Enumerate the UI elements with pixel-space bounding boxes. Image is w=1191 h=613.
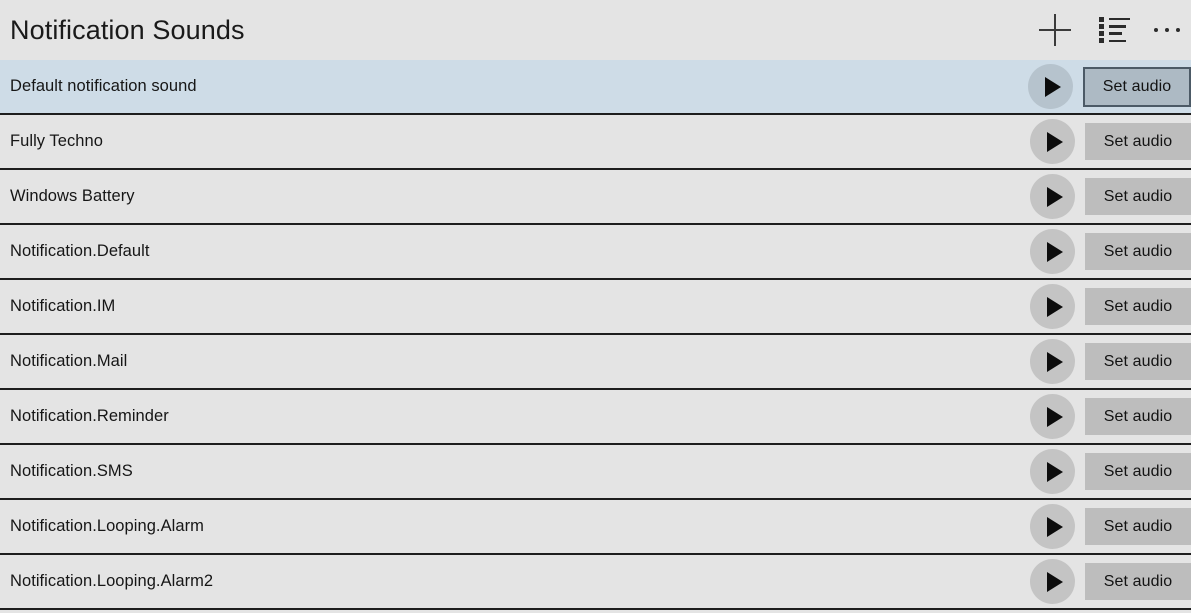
play-button[interactable]: [1028, 64, 1073, 109]
list-select-icon: [1099, 16, 1131, 44]
sound-name-label: Default notification sound: [10, 77, 197, 95]
sound-list-item[interactable]: Notification.Looping.Alarm Set audio: [0, 500, 1191, 555]
play-icon: [1046, 131, 1063, 152]
app-header: Notification Sounds: [0, 0, 1191, 60]
add-button[interactable]: [1025, 0, 1085, 60]
set-audio-button[interactable]: Set audio: [1085, 398, 1191, 435]
play-icon: [1046, 351, 1063, 372]
sound-name-label: Fully Techno: [10, 132, 103, 150]
play-button[interactable]: [1030, 394, 1075, 439]
sound-list-item[interactable]: Notification.Looping.Alarm2 Set audio: [0, 555, 1191, 610]
set-audio-button[interactable]: Set audio: [1085, 508, 1191, 545]
sound-list-item[interactable]: Default notification sound Set audio: [0, 60, 1191, 115]
sound-name-label: Notification.IM: [10, 297, 116, 315]
header-actions: [1025, 0, 1191, 60]
play-icon: [1046, 516, 1063, 537]
row-controls: Set audio: [1030, 225, 1191, 278]
set-audio-button[interactable]: Set audio: [1085, 453, 1191, 490]
play-button[interactable]: [1030, 229, 1075, 274]
sound-list-item[interactable]: Notification.Mail Set audio: [0, 335, 1191, 390]
set-audio-button[interactable]: Set audio: [1085, 123, 1191, 160]
row-controls: Set audio: [1030, 280, 1191, 333]
sound-name-label: Notification.Looping.Alarm: [10, 517, 204, 535]
row-controls: Set audio: [1030, 170, 1191, 223]
sound-list-item[interactable]: Fully Techno Set audio: [0, 115, 1191, 170]
set-audio-button[interactable]: Set audio: [1085, 288, 1191, 325]
row-controls: Set audio: [1030, 390, 1191, 443]
play-icon: [1044, 76, 1061, 97]
sound-list[interactable]: Default notification sound Set audio Fully…: [0, 60, 1191, 613]
sound-list-item[interactable]: Notification.SMS Set audio: [0, 445, 1191, 500]
set-audio-button[interactable]: Set audio: [1085, 563, 1191, 600]
sound-name-label: Notification.Default: [10, 242, 150, 260]
sound-name-label: Notification.SMS: [10, 462, 133, 480]
play-button[interactable]: [1030, 339, 1075, 384]
row-controls: Set audio: [1030, 555, 1191, 608]
notification-sounds-app: Notification Sounds Default notification…: [0, 0, 1191, 613]
sound-name-label: Notification.Looping.Alarm2: [10, 572, 214, 590]
play-icon: [1046, 241, 1063, 262]
set-audio-button[interactable]: Set audio: [1085, 343, 1191, 380]
row-controls: Set audio: [1028, 60, 1191, 113]
play-icon: [1046, 461, 1063, 482]
sound-list-item[interactable]: Notification.IM Set audio: [0, 280, 1191, 335]
play-button[interactable]: [1030, 559, 1075, 604]
sound-name-label: Notification.Reminder: [10, 407, 169, 425]
play-icon: [1046, 186, 1063, 207]
row-controls: Set audio: [1030, 445, 1191, 498]
page-title: Notification Sounds: [10, 14, 245, 45]
more-options-button[interactable]: [1145, 0, 1191, 60]
play-icon: [1046, 406, 1063, 427]
sound-list-item[interactable]: Windows Battery Set audio: [0, 170, 1191, 225]
row-controls: Set audio: [1030, 335, 1191, 388]
play-button[interactable]: [1030, 284, 1075, 329]
play-button[interactable]: [1030, 449, 1075, 494]
sound-name-label: Notification.Mail: [10, 352, 128, 370]
ellipsis-icon: [1154, 28, 1180, 32]
play-button[interactable]: [1030, 119, 1075, 164]
sound-list-item[interactable]: Notification.Default Set audio: [0, 225, 1191, 280]
set-audio-button[interactable]: Set audio: [1085, 233, 1191, 270]
play-button[interactable]: [1030, 504, 1075, 549]
play-icon: [1046, 296, 1063, 317]
sound-list-item[interactable]: Notification.Reminder Set audio: [0, 390, 1191, 445]
sound-name-label: Windows Battery: [10, 187, 135, 205]
set-audio-button[interactable]: Set audio: [1085, 178, 1191, 215]
select-list-button[interactable]: [1085, 0, 1145, 60]
plus-icon: [1039, 14, 1071, 46]
set-audio-button[interactable]: Set audio: [1083, 66, 1191, 107]
play-icon: [1046, 571, 1063, 592]
row-controls: Set audio: [1030, 500, 1191, 553]
row-controls: Set audio: [1030, 115, 1191, 168]
play-button[interactable]: [1030, 174, 1075, 219]
